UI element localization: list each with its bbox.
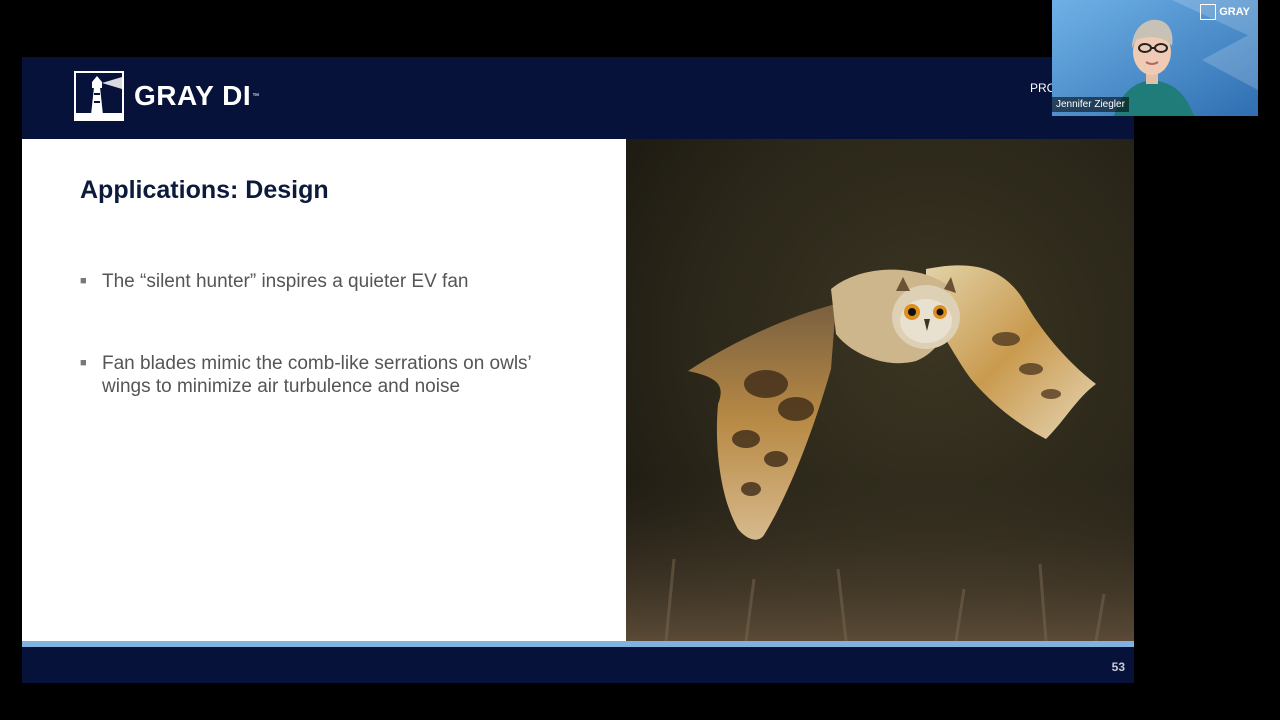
owl-photo — [626, 139, 1134, 641]
bullet-square-icon: ■ — [80, 275, 87, 287]
gray-di-logo: GRAY DI ™ — [74, 71, 259, 121]
slide-content: Applications: Design ■ The “silent hunte… — [22, 139, 626, 639]
webcam-tile: GRAY Jennifer Ziegler — [1052, 0, 1258, 116]
logo-wordmark: GRAY DI — [134, 80, 252, 111]
lighthouse-logo-icon — [1200, 4, 1217, 20]
webcam-brand-text: GRAY — [1219, 6, 1250, 18]
bullet-text: The “silent hunter” inspires a quieter E… — [102, 271, 469, 292]
page-number: 53 — [1111, 660, 1125, 674]
slide-title: Applications: Design — [80, 176, 329, 204]
slide-header: GRAY DI ™ PRC — [22, 57, 1134, 139]
presentation-slide: GRAY DI ™ PRC Applications: Design ■ The… — [22, 57, 1134, 683]
bullet-square-icon: ■ — [80, 357, 87, 369]
participant-name-tag: Jennifer Ziegler — [1052, 97, 1129, 112]
lighthouse-logo-icon — [74, 71, 124, 121]
logo-trademark: ™ — [252, 92, 260, 100]
bullet-text: Fan blades mimic the comb-like serration… — [102, 353, 532, 397]
bullet-item: ■ The “silent hunter” inspires a quieter… — [80, 270, 540, 293]
webcam-brand-logo: GRAY — [1200, 4, 1250, 20]
bullet-item: ■ Fan blades mimic the comb-like serrati… — [80, 352, 540, 398]
slide-footer: 53 — [22, 647, 1134, 683]
